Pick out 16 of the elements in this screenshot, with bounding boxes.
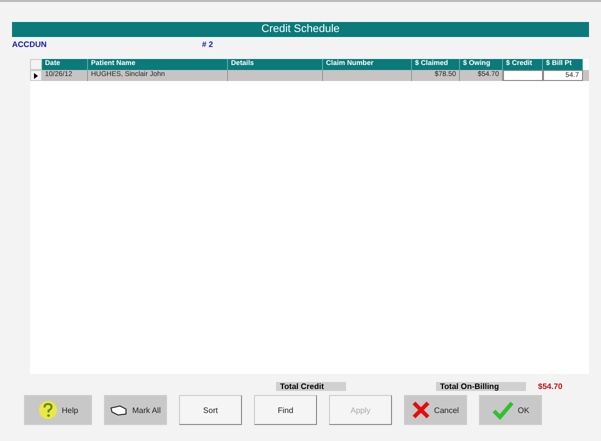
action-button[interactable]: Find [254, 395, 317, 425]
total-label: Total Credit [276, 382, 346, 391]
ok-button[interactable]: OK [479, 395, 542, 425]
cancel-button[interactable]: Cancel [404, 395, 467, 425]
window-title: Credit Schedule [12, 22, 589, 37]
total-value: $54.70 [538, 382, 562, 391]
account-code: ACCDUN [12, 40, 48, 48]
action-button[interactable]: Sort [179, 395, 242, 425]
mark-all-button[interactable]: Mark All [104, 395, 167, 425]
account-number: # 2 [202, 40, 214, 48]
checkmark-icon [492, 400, 514, 420]
input-field[interactable] [503, 70, 543, 81]
question-icon [38, 400, 58, 420]
help-button[interactable]: Help [24, 395, 92, 425]
cross-icon [412, 401, 430, 419]
total-label: Total On-Billing [436, 382, 526, 391]
